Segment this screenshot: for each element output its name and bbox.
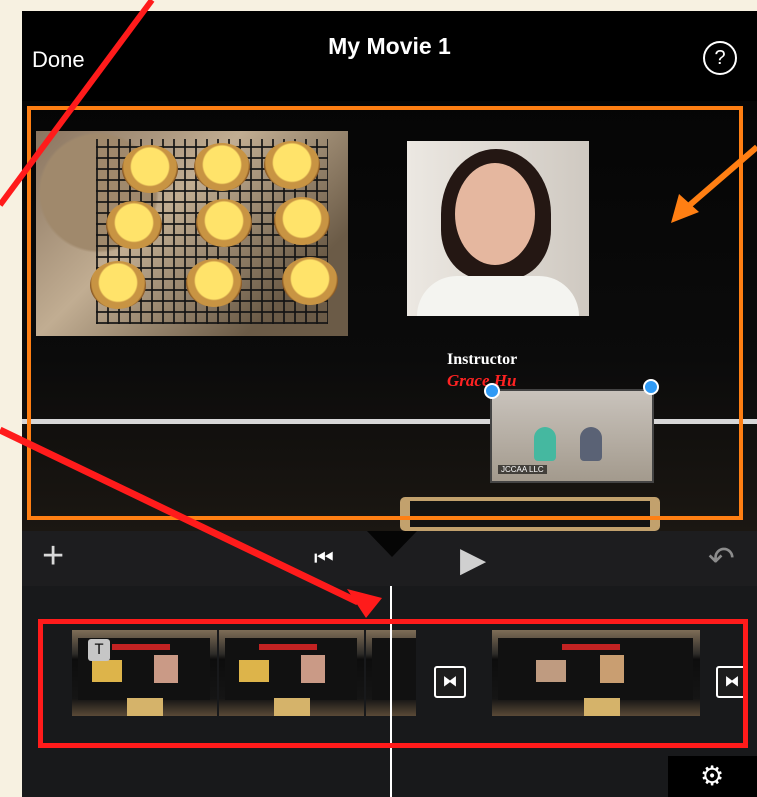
red-arrow-top — [0, 0, 155, 207]
red-arrow-to-timeline — [0, 426, 360, 606]
red-arrowhead — [347, 589, 382, 618]
orange-arrow — [682, 144, 757, 213]
annotation-arrows — [0, 0, 757, 618]
